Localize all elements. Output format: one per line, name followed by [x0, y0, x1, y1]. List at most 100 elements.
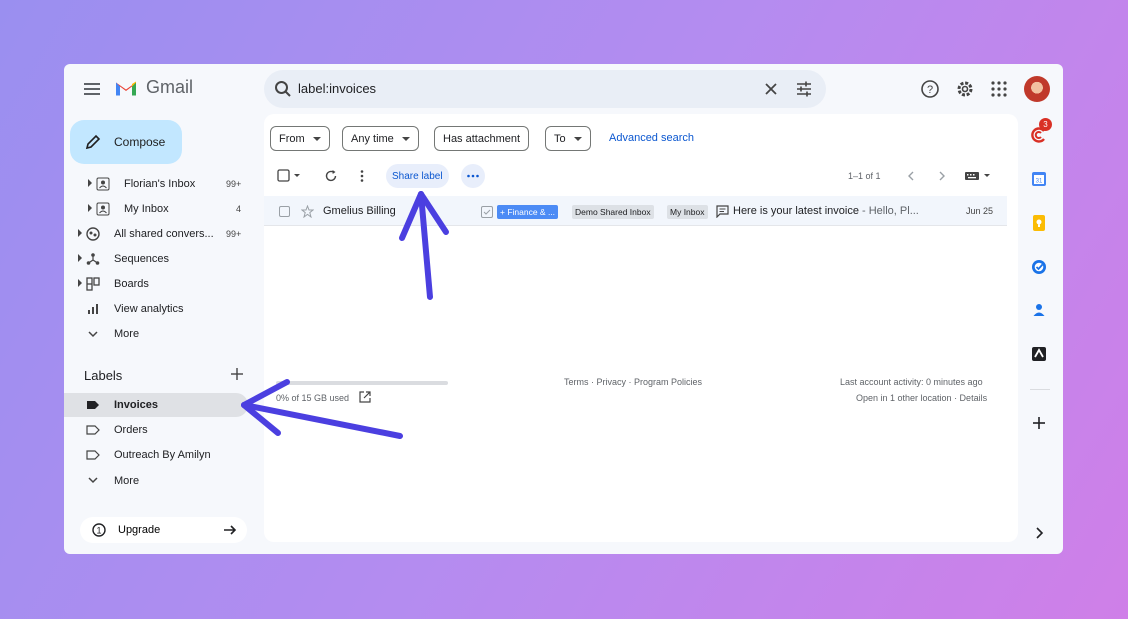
email-subject: Here is your latest invoice	[733, 205, 859, 217]
label-item-orders[interactable]: Orders	[64, 418, 248, 442]
nav-item-all-shared-conversations[interactable]: All shared convers... 99+	[64, 222, 259, 246]
inbox-icon	[96, 177, 110, 191]
chevron-down-icon	[88, 331, 98, 338]
more-options-button[interactable]	[461, 164, 485, 188]
email-subject-line: Here is your latest invoice - Hello, Pl.…	[733, 205, 919, 217]
compose-button[interactable]: Compose	[70, 120, 182, 164]
expand-caret-icon[interactable]	[88, 204, 92, 212]
label-item-outreach[interactable]: Outreach By Amilyn	[64, 443, 248, 467]
search-bar[interactable]: label:invoices	[264, 70, 826, 108]
addon-app-icon[interactable]	[1030, 345, 1048, 363]
dropdown-arrow-icon	[312, 136, 321, 141]
filter-has-attachment-label: Has attachment	[443, 132, 521, 145]
open-external-icon[interactable]	[359, 391, 371, 403]
label-item-label: Outreach By Amilyn	[114, 449, 211, 461]
gmail-m-icon	[116, 81, 136, 96]
label-item-label: Invoices	[114, 399, 159, 411]
email-tag-finance[interactable]: + Finance & ...	[497, 205, 559, 219]
search-options-icon[interactable]	[795, 80, 813, 98]
email-date: Jun 25	[966, 206, 994, 216]
upgrade-button[interactable]: 1 Upgrade	[80, 517, 247, 543]
label-item-more[interactable]: More	[64, 469, 248, 493]
gmail-logo[interactable]: Gmail	[114, 77, 193, 98]
more-vert-icon[interactable]	[355, 169, 369, 183]
tasks-icon[interactable]	[1030, 258, 1048, 276]
nav-item-count: 99+	[226, 229, 242, 239]
storage-bar	[276, 381, 448, 385]
nav-item-label: Boards	[114, 278, 149, 290]
advanced-search-link[interactable]: Advanced search	[609, 132, 694, 144]
shared-conversations-icon	[86, 227, 100, 241]
task-check-icon[interactable]	[481, 206, 493, 218]
footer-links[interactable]: Terms · Privacy · Program Policies	[564, 377, 702, 387]
analytics-icon	[88, 304, 98, 314]
expand-caret-icon[interactable]	[88, 179, 92, 187]
pencil-icon	[85, 134, 101, 150]
nav-item-sequences[interactable]: Sequences	[64, 247, 259, 271]
nav-item-my-inbox[interactable]: My Inbox 4	[64, 197, 259, 221]
menu-icon[interactable]	[82, 79, 102, 99]
expand-caret-icon[interactable]	[78, 229, 82, 237]
keep-icon[interactable]	[1030, 214, 1048, 232]
help-icon[interactable]: ?	[920, 79, 940, 99]
nav-item-boards[interactable]: Boards	[64, 272, 259, 296]
comment-icon	[716, 205, 729, 218]
nav-item-more[interactable]: More	[64, 322, 259, 346]
label-outline-icon	[86, 450, 100, 460]
gmelius-addon[interactable]: 3	[1030, 118, 1052, 144]
nav-item-label: More	[114, 328, 140, 340]
filter-has-attachment[interactable]: Has attachment	[434, 126, 530, 151]
star-icon[interactable]	[301, 205, 314, 218]
search-icon[interactable]	[274, 80, 292, 98]
calendar-icon[interactable]: 31	[1030, 170, 1048, 188]
add-addon-icon[interactable]	[1030, 414, 1048, 432]
chevron-down-icon	[88, 477, 98, 484]
gmail-window: Gmail label:invoices ? Compose Florian's…	[64, 64, 1063, 554]
other-location-details[interactable]: Open in 1 other location · Details	[856, 393, 987, 403]
account-activity: Last account activity: 0 minutes ago	[840, 377, 983, 387]
next-page-icon[interactable]	[937, 171, 947, 181]
email-snippet: - Hello, Pl...	[858, 205, 919, 217]
label-item-invoices[interactable]: Invoices	[64, 393, 248, 417]
expand-caret-icon[interactable]	[78, 254, 82, 262]
main-panel: From Any time Has attachment To Advanced…	[264, 114, 1018, 542]
email-tag-demo-shared-inbox[interactable]: Demo Shared Inbox	[572, 205, 654, 219]
upgrade-icon: 1	[92, 523, 106, 537]
more-horiz-icon	[467, 174, 479, 178]
input-tools-icon[interactable]	[964, 171, 992, 181]
label-outline-icon	[86, 425, 100, 435]
nav-item-label: Sequences	[114, 253, 170, 265]
refresh-icon[interactable]	[324, 169, 338, 183]
notification-badge: 3	[1039, 118, 1052, 131]
label-item-label: Orders	[114, 424, 148, 436]
expand-side-panel-icon[interactable]	[1030, 524, 1048, 542]
compose-label: Compose	[114, 135, 166, 149]
app-name: Gmail	[146, 77, 194, 97]
filter-to[interactable]: To	[545, 126, 591, 151]
nav-item-label: Florian's Inbox	[124, 178, 196, 190]
email-tag-my-inbox[interactable]: My Inbox	[667, 205, 708, 219]
top-bar: Gmail label:invoices ?	[64, 64, 1063, 114]
contacts-icon[interactable]	[1030, 301, 1048, 319]
filter-from[interactable]: From	[270, 126, 330, 151]
row-checkbox[interactable]	[279, 206, 290, 217]
clear-search-icon[interactable]	[762, 80, 780, 98]
nav-item-label: All shared convers...	[114, 228, 214, 240]
expand-caret-icon[interactable]	[78, 279, 82, 287]
sequences-icon	[86, 253, 100, 265]
avatar[interactable]	[1024, 76, 1050, 102]
email-row[interactable]: Gmelius Billing + Finance & ... Demo Sha…	[264, 196, 1007, 226]
share-label-button[interactable]: Share label	[386, 164, 449, 188]
nav-item-florians-inbox[interactable]: Florian's Inbox 99+	[64, 172, 259, 196]
dropdown-arrow-icon	[573, 136, 582, 141]
search-query[interactable]: label:invoices	[298, 81, 376, 96]
settings-icon[interactable]	[955, 79, 975, 99]
nav-item-count: 4	[236, 204, 242, 214]
prev-page-icon[interactable]	[906, 171, 916, 181]
apps-grid-icon[interactable]	[989, 79, 1009, 99]
select-checkbox[interactable]	[277, 169, 303, 183]
filter-any-time[interactable]: Any time	[342, 126, 419, 151]
filter-from-label: From	[279, 132, 305, 145]
nav-item-view-analytics[interactable]: View analytics	[64, 297, 259, 321]
add-label-icon[interactable]	[230, 367, 244, 381]
